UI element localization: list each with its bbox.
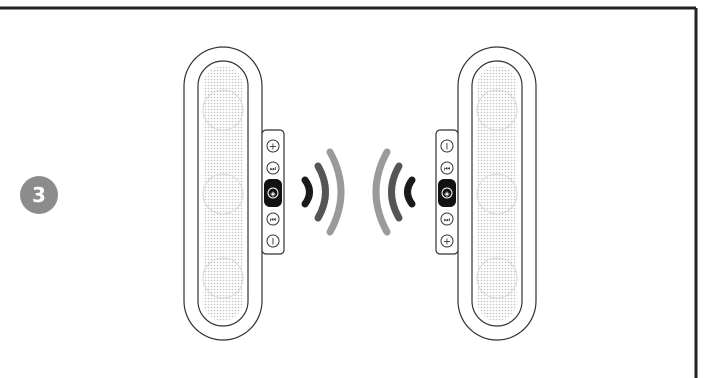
left-plus-button[interactable]: + — [266, 139, 280, 153]
signal-wave-icon — [326, 148, 345, 236]
left-prev-button[interactable]: ⏮ — [266, 212, 280, 226]
right-next-button[interactable]: ⏭ — [440, 212, 454, 226]
right-pair-button[interactable]: ◈ — [438, 179, 456, 207]
right-power-button[interactable]: I — [440, 139, 454, 153]
next-track-icon: ⏭ — [444, 216, 451, 224]
speaker-diagram: + ⏭ ◈ ⏮ I I ⏮ ◈ ⏭ + — [0, 6, 698, 378]
step-number-badge: 3 — [20, 176, 58, 214]
power-icon: I — [446, 143, 449, 153]
signal-wave-icon — [372, 148, 391, 236]
left-speaker: + ⏭ ◈ ⏮ I — [183, 46, 285, 341]
left-speaker-grille — [203, 66, 243, 321]
left-next-button[interactable]: ⏭ — [266, 161, 280, 175]
right-speaker-grille — [477, 66, 517, 321]
next-track-icon: ⏭ — [270, 165, 277, 173]
previous-track-icon: ⏮ — [270, 216, 276, 224]
previous-track-icon: ⏮ — [444, 165, 450, 173]
signal-waves — [301, 148, 416, 236]
signal-wave-icon — [404, 176, 416, 208]
right-prev-button[interactable]: ⏮ — [440, 161, 454, 175]
signal-wave-icon — [388, 162, 403, 222]
right-speaker: I ⏮ ◈ ⏭ + — [435, 46, 537, 341]
power-icon: I — [272, 238, 275, 248]
diagram-frame: + ⏭ ◈ ⏮ I I ⏮ ◈ ⏭ + 3 — [0, 0, 712, 378]
right-plus-button[interactable]: + — [440, 234, 454, 248]
pairing-icon: ◈ — [444, 190, 450, 198]
signal-wave-icon — [301, 176, 313, 208]
plus-icon: + — [269, 142, 277, 153]
pairing-icon: ◈ — [270, 190, 276, 198]
signal-wave-icon — [314, 162, 329, 222]
step-number: 3 — [32, 183, 46, 207]
left-power-button[interactable]: I — [266, 234, 280, 248]
plus-icon: + — [443, 237, 451, 248]
left-pair-button[interactable]: ◈ — [264, 179, 282, 207]
